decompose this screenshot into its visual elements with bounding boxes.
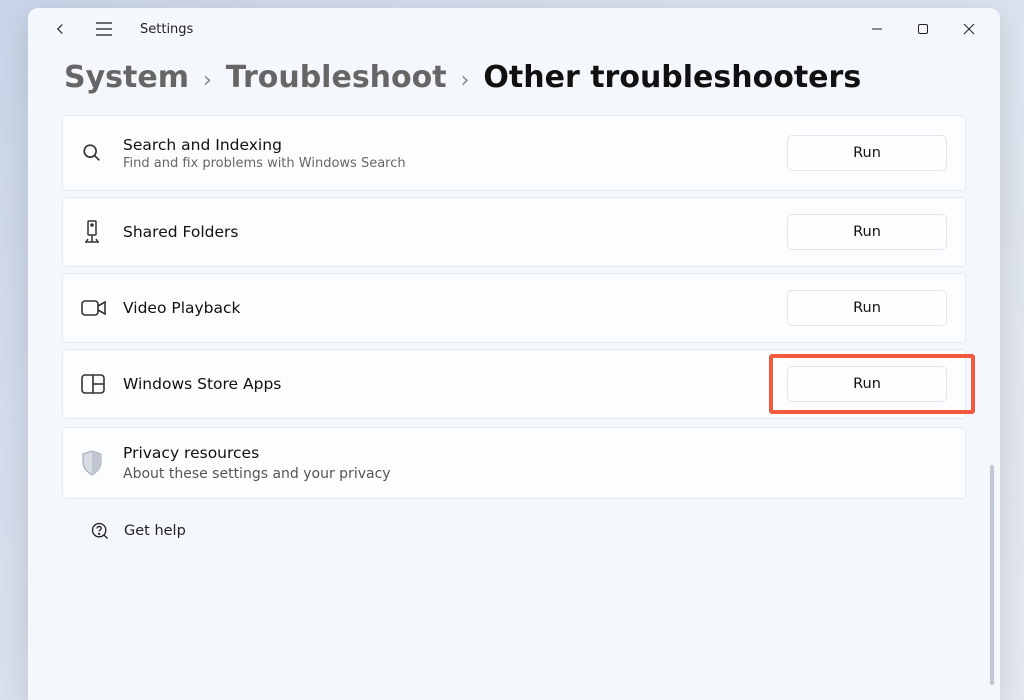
troubleshooter-search-indexing[interactable]: Search and Indexing Find and fix problem… bbox=[62, 115, 966, 191]
get-help-label: Get help bbox=[124, 523, 186, 539]
run-button-label: Run bbox=[853, 376, 881, 392]
menu-button[interactable] bbox=[88, 15, 120, 43]
titlebar: Settings bbox=[28, 8, 1000, 50]
run-button[interactable]: Run bbox=[787, 214, 947, 250]
privacy-title: Privacy resources bbox=[123, 444, 391, 462]
privacy-resources[interactable]: Privacy resources About these settings a… bbox=[62, 427, 966, 499]
arrow-left-icon bbox=[51, 20, 69, 38]
troubleshooter-video-playback[interactable]: Video Playback Run bbox=[62, 273, 966, 343]
run-button-label: Run bbox=[853, 300, 881, 316]
shared-folders-icon bbox=[81, 220, 103, 244]
maximize-icon bbox=[917, 23, 929, 35]
breadcrumb: System › Troubleshoot › Other troublesho… bbox=[28, 50, 1000, 115]
chevron-right-icon: › bbox=[461, 68, 470, 93]
troubleshooter-title: Shared Folders bbox=[123, 223, 787, 241]
run-button[interactable]: Run bbox=[787, 290, 947, 326]
troubleshooter-shared-folders[interactable]: Shared Folders Run bbox=[62, 197, 966, 267]
content-area: Search and Indexing Find and fix problem… bbox=[28, 115, 1000, 700]
breadcrumb-other-troubleshooters: Other troubleshooters bbox=[483, 60, 861, 95]
shield-icon bbox=[81, 450, 103, 476]
minimize-icon bbox=[871, 23, 883, 35]
troubleshooter-title: Video Playback bbox=[123, 299, 787, 317]
video-icon bbox=[81, 298, 107, 318]
maximize-button[interactable] bbox=[900, 9, 946, 49]
troubleshooter-title: Search and Indexing bbox=[123, 136, 787, 154]
privacy-subtitle: About these settings and your privacy bbox=[123, 466, 391, 482]
scrollbar-thumb[interactable] bbox=[990, 465, 994, 685]
close-button[interactable] bbox=[946, 9, 992, 49]
hamburger-icon bbox=[95, 22, 113, 36]
troubleshooter-subtitle: Find and fix problems with Windows Searc… bbox=[123, 156, 787, 171]
get-help-link[interactable]: Get help bbox=[62, 499, 966, 559]
run-button-label: Run bbox=[853, 224, 881, 240]
troubleshooter-windows-store-apps[interactable]: Windows Store Apps Run bbox=[62, 349, 966, 419]
breadcrumb-system[interactable]: System bbox=[64, 60, 189, 95]
settings-window: Settings System › Troubleshoot › Other t… bbox=[28, 8, 1000, 700]
store-apps-icon bbox=[81, 374, 105, 394]
help-icon bbox=[90, 521, 110, 541]
app-title: Settings bbox=[140, 22, 193, 37]
run-button[interactable]: Run bbox=[787, 135, 947, 171]
back-button[interactable] bbox=[46, 15, 74, 43]
chevron-right-icon: › bbox=[203, 68, 212, 93]
minimize-button[interactable] bbox=[854, 9, 900, 49]
search-icon bbox=[81, 142, 103, 164]
run-button[interactable]: Run bbox=[787, 366, 947, 402]
troubleshooter-title: Windows Store Apps bbox=[123, 375, 787, 393]
breadcrumb-troubleshoot[interactable]: Troubleshoot bbox=[226, 60, 447, 95]
close-icon bbox=[963, 23, 975, 35]
run-button-label: Run bbox=[853, 145, 881, 161]
